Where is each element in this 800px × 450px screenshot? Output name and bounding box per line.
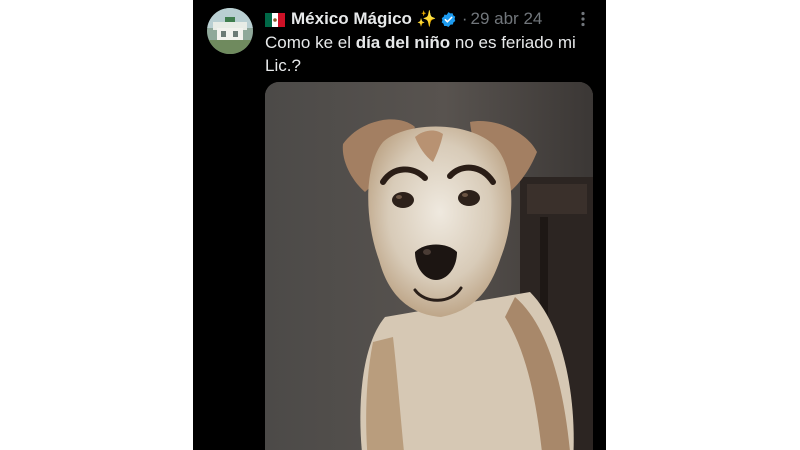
tweet-media-image[interactable] — [265, 82, 593, 450]
tweet-header: México Mágico ✨ · 29 abr 24 — [265, 8, 594, 30]
mexico-flag-icon — [265, 12, 285, 27]
more-options-icon[interactable] — [574, 10, 592, 28]
tweet-text-bold: día del niño — [355, 33, 451, 52]
sparkles-emoji: ✨ — [416, 11, 437, 28]
author-avatar[interactable] — [207, 8, 253, 54]
verified-badge-icon[interactable] — [440, 11, 457, 28]
tweet-text-part1: Como ke el — [265, 33, 356, 52]
tweet-text: Como ke el día del niño no es feriado mi… — [265, 31, 595, 77]
tweet-card[interactable]: México Mágico ✨ · 29 abr 24 Como ke el d… — [193, 0, 606, 450]
header-separator: · — [461, 9, 468, 28]
author-display-name[interactable]: México Mágico — [291, 9, 412, 29]
tweet-date[interactable]: 29 abr 24 — [471, 9, 543, 29]
